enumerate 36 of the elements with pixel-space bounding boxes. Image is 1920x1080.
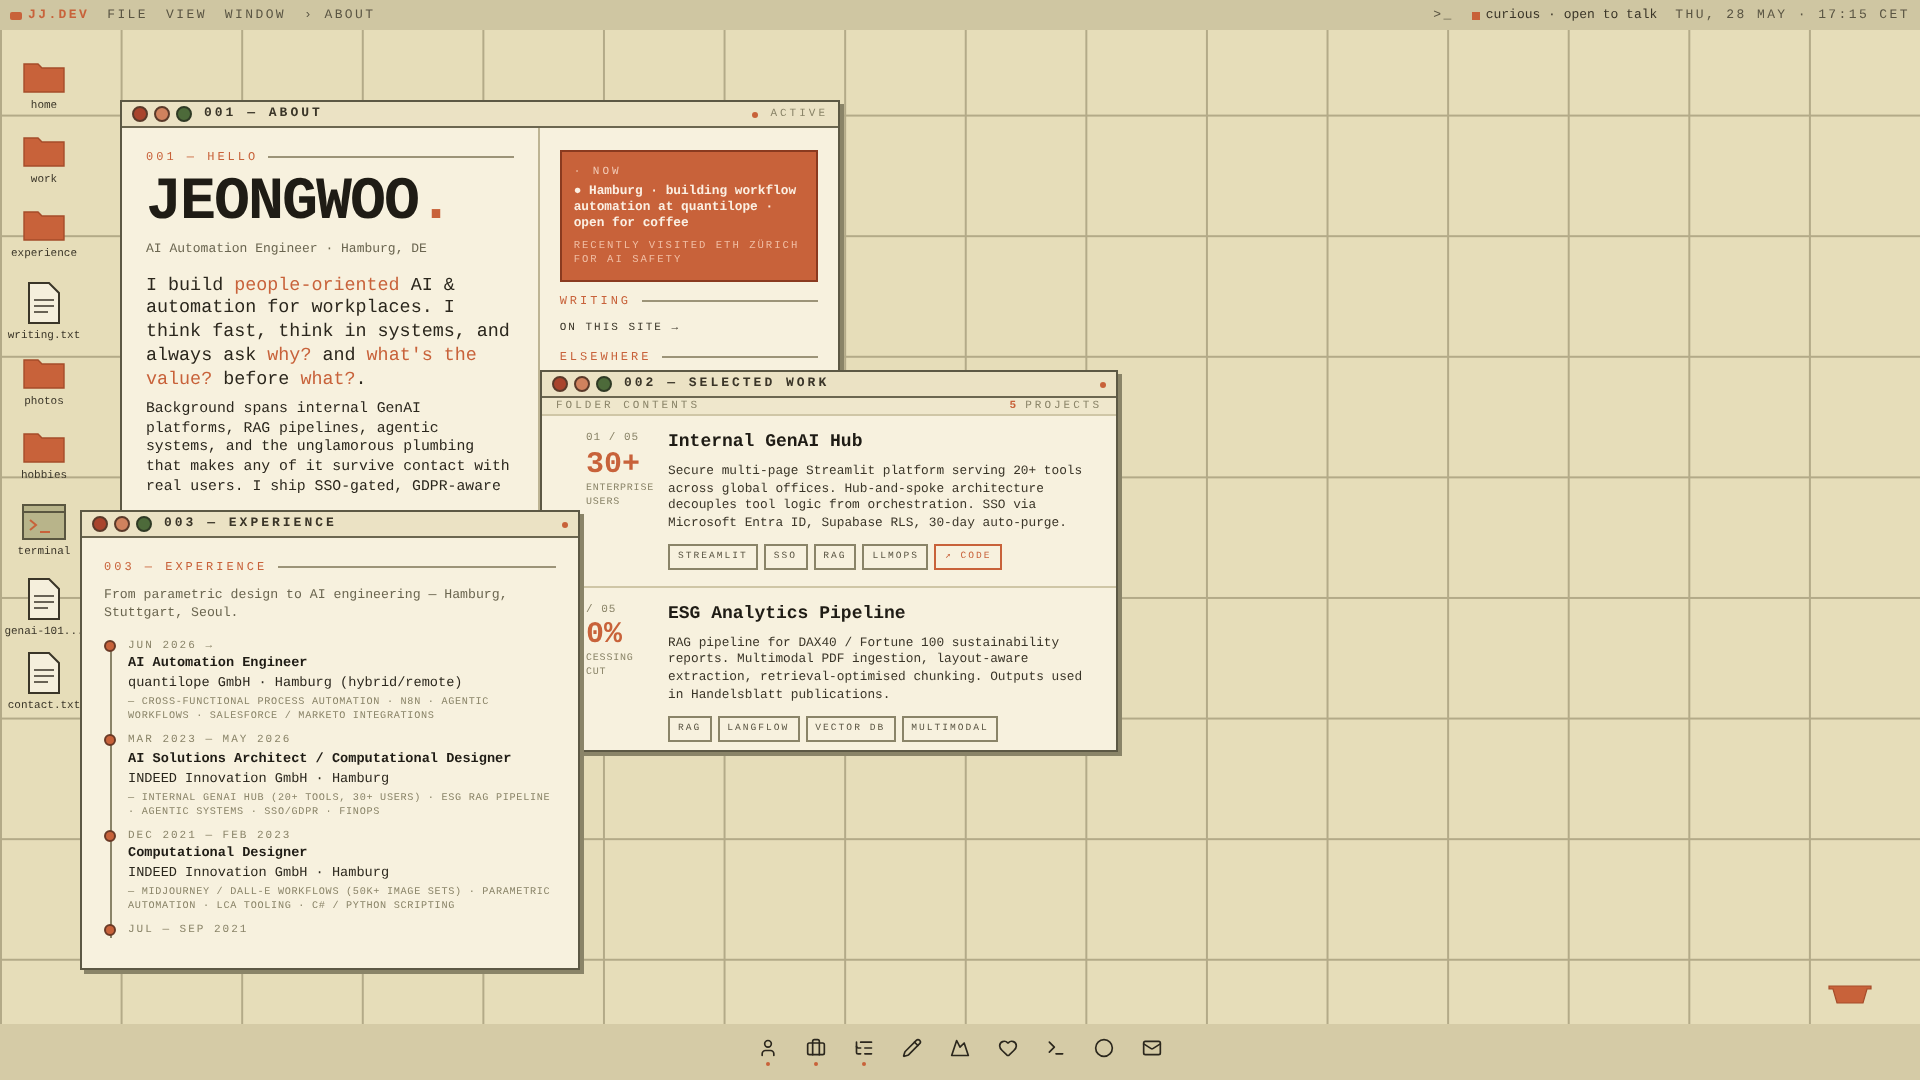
terminal-icon[interactable] (1046, 1038, 1066, 1058)
close-button[interactable] (132, 106, 148, 122)
mail-icon[interactable] (1142, 1038, 1162, 1058)
timeline-icon[interactable] (854, 1038, 874, 1058)
project-stat: 0% (586, 618, 623, 653)
folder-icon (22, 356, 66, 390)
minimize-button[interactable] (574, 376, 590, 392)
minimize-button[interactable] (114, 516, 130, 532)
document-icon (28, 578, 60, 620)
folder-icon (22, 430, 66, 464)
document-icon (28, 652, 60, 694)
folder-icon (22, 208, 66, 242)
tray-icon[interactable] (1828, 984, 1872, 1004)
folder-icon (22, 134, 66, 168)
mountain-icon[interactable] (950, 1038, 970, 1058)
maximize-button[interactable] (136, 516, 152, 532)
name-dot: . (418, 170, 455, 238)
briefcase-icon[interactable] (806, 1038, 826, 1058)
close-button[interactable] (92, 516, 108, 532)
maximize-button[interactable] (176, 106, 192, 122)
folder-icon (22, 60, 66, 94)
project-title[interactable]: Internal GenAI Hub (668, 430, 1102, 458)
logo-icon (10, 11, 22, 19)
circle-icon[interactable] (1094, 1038, 1114, 1058)
user-icon[interactable] (758, 1038, 778, 1058)
project-stat: 30+ (586, 447, 641, 481)
close-button[interactable] (552, 376, 568, 392)
document-icon (28, 282, 60, 324)
maximize-button[interactable] (596, 376, 612, 392)
project-title[interactable]: ESG Analytics Pipeline (668, 602, 1102, 630)
terminal-icon (22, 504, 66, 540)
name-heading: JEONGWOO (146, 170, 419, 238)
intro-text: I build people-oriented AI & automation for workplaces. I think fast, think in systems, and always ask why? and what's the value? before what?. (146, 273, 512, 391)
minimize-button[interactable] (154, 106, 170, 122)
heart-icon[interactable] (998, 1038, 1018, 1058)
pencil-icon[interactable] (902, 1038, 922, 1058)
